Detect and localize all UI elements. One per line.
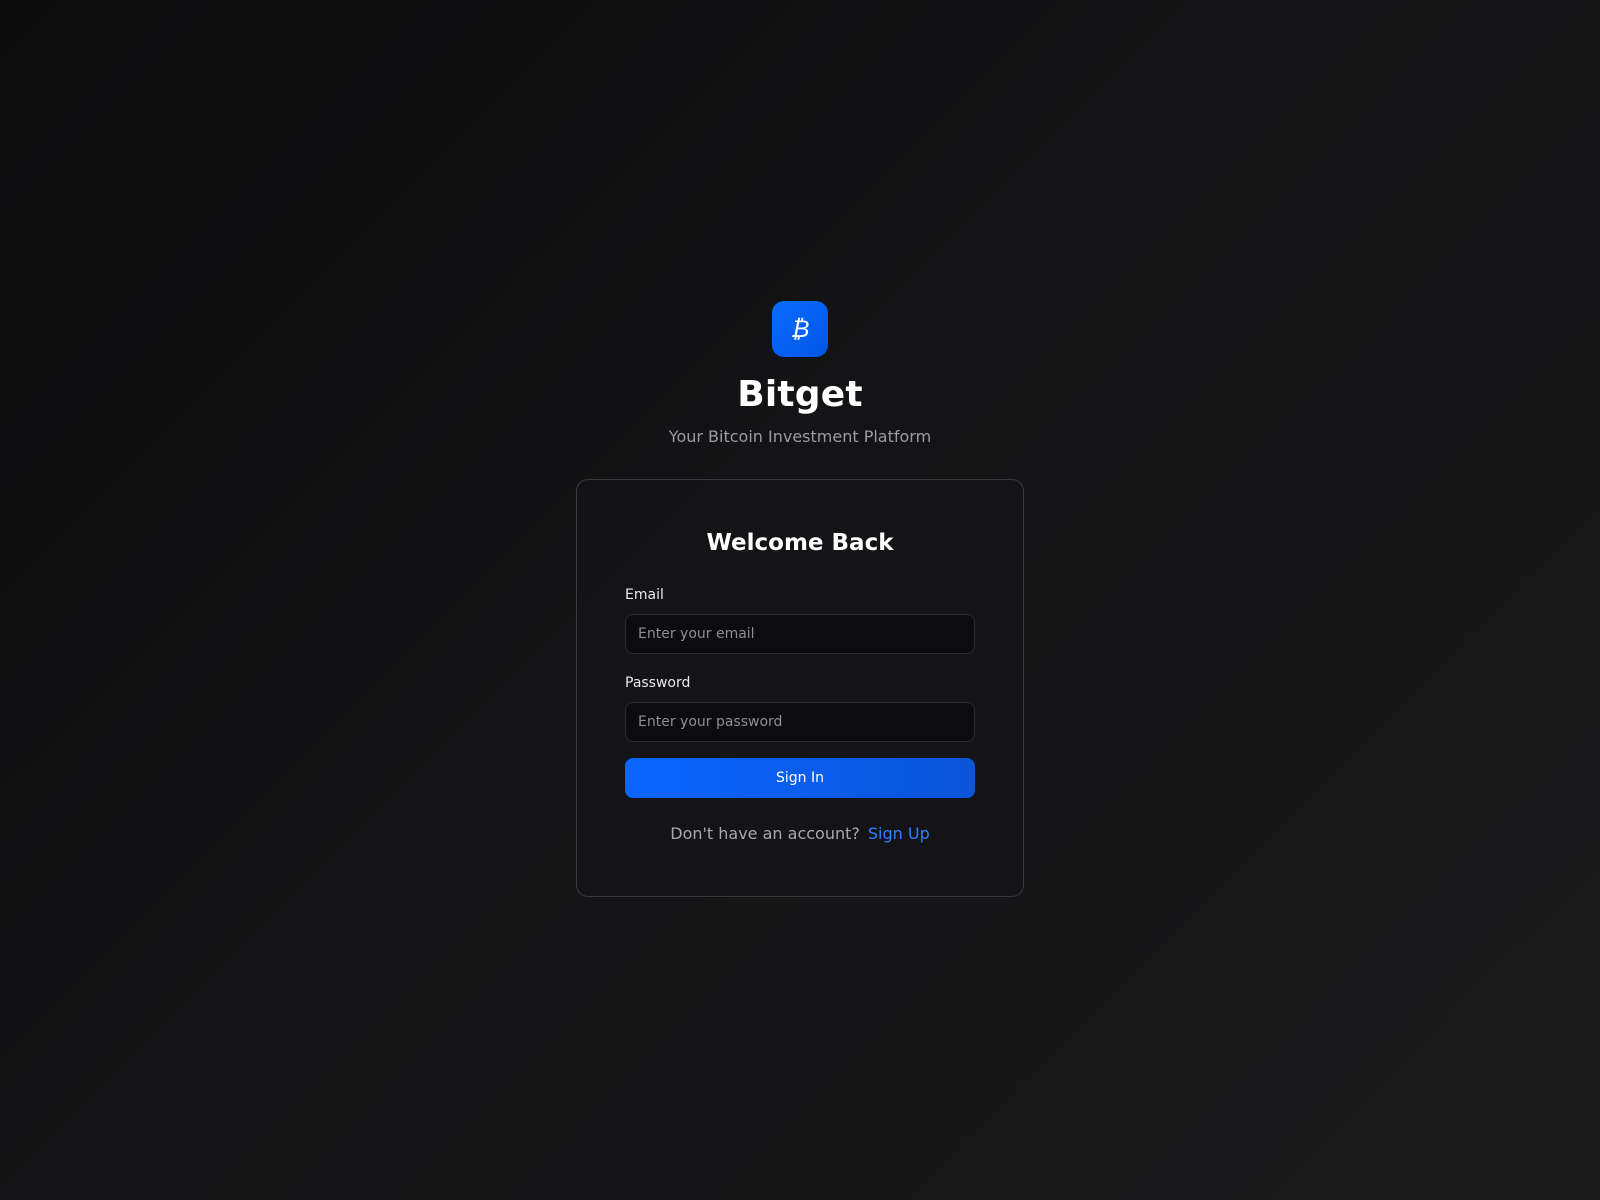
email-field[interactable] (625, 614, 975, 654)
login-page: ₿ Bitget Your Bitcoin Investment Platfor… (0, 0, 1600, 1200)
brand-tagline: Your Bitcoin Investment Platform (668, 427, 932, 446)
password-label: Password (625, 675, 691, 691)
login-card: Welcome Back Email Password Sign In Don'… (576, 479, 1024, 897)
brand-header: ₿ Bitget Your Bitcoin Investment Platfor… (0, 301, 1600, 447)
bitcoin-icon: ₿ (791, 315, 810, 343)
logo: ₿ (772, 301, 828, 357)
email-label: Email (625, 587, 664, 603)
brand-name: Bitget (737, 374, 863, 415)
sign-in-button[interactable]: Sign In (625, 758, 975, 798)
sign-up-link[interactable]: Sign Up (868, 824, 930, 843)
signup-row: Don't have an account? Sign Up (625, 824, 975, 844)
signup-prompt: Don't have an account? (670, 824, 860, 843)
password-field[interactable] (625, 702, 975, 742)
card-title: Welcome Back (706, 530, 894, 556)
svg-text:₿: ₿ (791, 315, 810, 343)
